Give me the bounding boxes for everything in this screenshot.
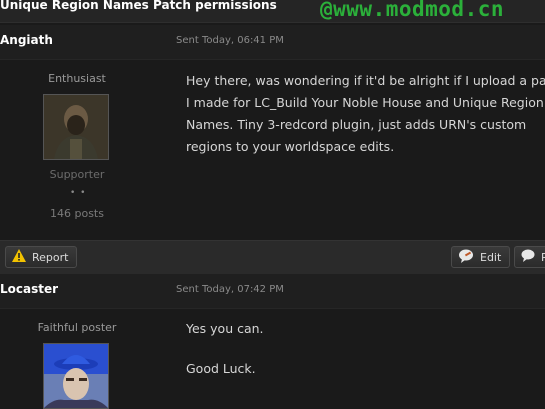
reply-bubble-icon <box>521 249 535 265</box>
post-action-bar: Report Edit R <box>0 240 545 275</box>
post-body: Hey there, was wondering if it'd be alri… <box>186 70 545 158</box>
watermark-text: @www.modmod.cn <box>320 0 505 21</box>
author-avatar[interactable] <box>43 94 109 160</box>
author-rank: Faithful poster <box>37 321 117 334</box>
post-line: Names. Tiny 3-redcord plugin, just adds … <box>186 117 527 132</box>
topic-title: Unique Region Names Patch permissions <box>0 0 277 12</box>
report-label: Report <box>32 250 69 264</box>
topic-header-bar: Unique Region Names Patch permissions @w… <box>0 0 545 23</box>
rank-pips: • • <box>70 188 87 198</box>
post-line <box>186 339 264 359</box>
post-author-name[interactable]: Locaster <box>0 282 58 296</box>
post-line: Yes you can. <box>186 321 264 336</box>
author-post-count: 146 posts <box>50 207 104 220</box>
author-group: Supporter <box>49 168 105 181</box>
edit-button[interactable]: Edit <box>451 246 511 268</box>
author-avatar[interactable] <box>43 343 109 409</box>
author-rank: Enthusiast <box>48 72 106 85</box>
post-body: Yes you can. Good Luck. <box>186 319 264 379</box>
avatar-image <box>44 95 108 159</box>
post-line: Hey there, was wondering if it'd be alri… <box>186 73 545 88</box>
post-header: Angiath Sent Today, 06:41 PM <box>0 25 545 60</box>
post-line: I made for LC_Build Your Noble House and… <box>186 95 544 110</box>
avatar-image <box>44 344 108 408</box>
reply-button[interactable]: R <box>514 246 545 268</box>
post-header: Locaster Sent Today, 07:42 PM <box>0 274 545 309</box>
report-button[interactable]: Report <box>5 246 78 268</box>
post-timestamp: Sent Today, 06:41 PM <box>176 35 284 46</box>
warning-icon <box>12 249 26 265</box>
edit-speech-bubble-icon <box>458 249 474 266</box>
edit-label: Edit <box>480 250 502 264</box>
reply-label: R <box>541 250 545 264</box>
post-author-name[interactable]: Angiath <box>0 33 53 47</box>
post-timestamp: Sent Today, 07:42 PM <box>176 284 284 295</box>
post-line: regions to your worldspace edits. <box>186 139 395 154</box>
post-line: Good Luck. <box>186 361 256 376</box>
